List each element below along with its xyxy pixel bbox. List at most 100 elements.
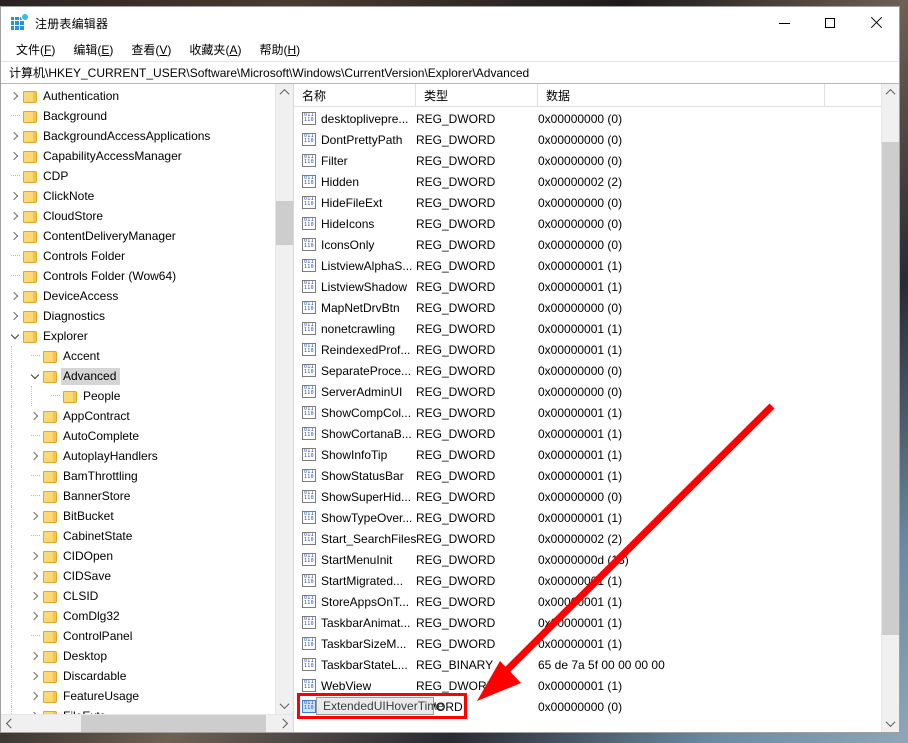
tree-item-contentdeliverymanager[interactable]: ContentDeliveryManager (1, 226, 273, 246)
tree-scroll-thumb[interactable] (276, 201, 293, 245)
chevron-right-icon[interactable] (27, 546, 43, 566)
tree-item-cidsave[interactable]: CIDSave (1, 566, 273, 586)
tree-item-controls-folder[interactable]: Controls Folder (1, 246, 273, 266)
tree-scroll-left-button[interactable] (1, 715, 18, 732)
table-row[interactable]: StartMigrated...REG_DWORD0x00000001 (1) (294, 570, 881, 591)
chevron-right-icon[interactable] (27, 646, 43, 666)
tree-hscroll-thumb[interactable] (81, 715, 266, 732)
tree-item-bannerstore[interactable]: BannerStore (1, 486, 273, 506)
tree-horizontal-scrollbar[interactable] (1, 714, 293, 732)
table-row[interactable]: nonetcrawlingREG_DWORD0x00000001 (1) (294, 318, 881, 339)
table-row[interactable]: StoreAppsOnT...REG_DWORD0x00000001 (1) (294, 591, 881, 612)
menu-help[interactable]: 帮助(H) (250, 39, 309, 61)
minimize-button[interactable] (761, 7, 807, 39)
tree-item-controls-folder-wow64[interactable]: Controls Folder (Wow64) (1, 266, 273, 286)
table-row[interactable]: ServerAdminUIREG_DWORD0x00000000 (0) (294, 381, 881, 402)
chevron-right-icon[interactable] (7, 206, 23, 226)
tree-item-explorer[interactable]: Explorer (1, 326, 273, 346)
table-row[interactable]: SeparateProce...REG_DWORD0x00000000 (0) (294, 360, 881, 381)
menu-edit[interactable]: 编辑(E) (64, 39, 122, 61)
tree-item-people[interactable]: People (1, 386, 273, 406)
table-row[interactable]: ShowCortanaB...REG_DWORD0x00000001 (1) (294, 423, 881, 444)
tree-item-advanced[interactable]: Advanced (1, 366, 273, 386)
tree-item-appcontract[interactable]: AppContract (1, 406, 273, 426)
maximize-button[interactable] (807, 7, 853, 39)
table-row[interactable]: DontPrettyPathREG_DWORD0x00000000 (0) (294, 129, 881, 150)
chevron-right-icon[interactable] (7, 226, 23, 246)
table-row[interactable]: TaskbarSizeM...REG_DWORD0x00000001 (1) (294, 633, 881, 654)
tree-vertical-scrollbar[interactable] (275, 84, 293, 714)
tree-item-cdp[interactable]: CDP (1, 166, 273, 186)
table-row[interactable]: ShowSuperHid...REG_DWORD0x00000000 (0) (294, 486, 881, 507)
table-row[interactable]: FilterREG_DWORD0x00000000 (0) (294, 150, 881, 171)
tree-scroll-track[interactable] (276, 101, 293, 697)
table-row[interactable]: ShowStatusBarREG_DWORD0x00000001 (1) (294, 465, 881, 486)
table-row[interactable]: IconsOnlyREG_DWORD0x00000000 (0) (294, 234, 881, 255)
values-scroll-thumb[interactable] (882, 142, 899, 635)
table-row[interactable]: HideIconsREG_DWORD0x00000000 (0) (294, 213, 881, 234)
chevron-right-icon[interactable] (7, 186, 23, 206)
chevron-right-icon[interactable] (27, 446, 43, 466)
chevron-down-icon[interactable] (27, 366, 43, 386)
values-scroll-down-button[interactable] (882, 715, 899, 732)
menu-view[interactable]: 查看(V) (122, 39, 180, 61)
table-row[interactable]: ReindexedProf...REG_DWORD0x00000001 (1) (294, 339, 881, 360)
tree-item-cabinetstate[interactable]: CabinetState (1, 526, 273, 546)
tree-item-cloudstore[interactable]: CloudStore (1, 206, 273, 226)
table-row[interactable]: HideFileExtREG_DWORD0x00000000 (0) (294, 192, 881, 213)
chevron-right-icon[interactable] (7, 306, 23, 326)
column-header-type[interactable]: 类型 (416, 84, 538, 106)
table-row[interactable]: TaskbarAnimat...REG_DWORD0x00000001 (1) (294, 612, 881, 633)
tree-item-clsid[interactable]: CLSID (1, 586, 273, 606)
chevron-right-icon[interactable] (27, 506, 43, 526)
values-scroll-track[interactable] (882, 101, 899, 715)
table-row[interactable]: ShowTypeOver...REG_DWORD0x00000001 (1) (294, 507, 881, 528)
tree-item-cidopen[interactable]: CIDOpen (1, 546, 273, 566)
tree-item-background[interactable]: Background (1, 106, 273, 126)
tree-item-discardable[interactable]: Discardable (1, 666, 273, 686)
tree-item-controlpanel[interactable]: ControlPanel (1, 626, 273, 646)
table-row[interactable]: ListviewShadowREG_DWORD0x00000001 (1) (294, 276, 881, 297)
table-row[interactable]: TaskbarStateL...REG_BINARY65 de 7a 5f 00… (294, 654, 881, 675)
tree-scroll-right-button[interactable] (276, 715, 293, 732)
table-row[interactable]: Start_SearchFilesREG_DWORD0x00000002 (2) (294, 528, 881, 549)
tree-item-deviceaccess[interactable]: DeviceAccess (1, 286, 273, 306)
table-row[interactable]: desktoplivepre...REG_DWORD0x00000000 (0) (294, 108, 881, 129)
table-row[interactable]: StartMenuInitREG_DWORD0x0000000d (13) (294, 549, 881, 570)
column-header-name[interactable]: 名称 (294, 84, 416, 106)
table-row[interactable]: HiddenREG_DWORD0x00000002 (2) (294, 171, 881, 192)
chevron-right-icon[interactable] (27, 566, 43, 586)
tree-item-bamthrottling[interactable]: BamThrottling (1, 466, 273, 486)
tree-item-capabilityaccessmanager[interactable]: CapabilityAccessManager (1, 146, 273, 166)
tree-item-diagnostics[interactable]: Diagnostics (1, 306, 273, 326)
tree-item-clicknote[interactable]: ClickNote (1, 186, 273, 206)
tree-item-backgroundaccessapplications[interactable]: BackgroundAccessApplications (1, 126, 273, 146)
table-row[interactable]: ShowInfoTipREG_DWORD0x00000001 (1) (294, 444, 881, 465)
tree-item-autoplayhandlers[interactable]: AutoplayHandlers (1, 446, 273, 466)
tree-item-authentication[interactable]: Authentication (1, 86, 273, 106)
table-row[interactable]: ListviewAlphaS...REG_DWORD0x00000001 (1) (294, 255, 881, 276)
values-scroll-up-button[interactable] (882, 84, 899, 101)
chevron-right-icon[interactable] (27, 706, 43, 714)
tree-item-autocomplete[interactable]: AutoComplete (1, 426, 273, 446)
chevron-right-icon[interactable] (7, 146, 23, 166)
chevron-right-icon[interactable] (7, 286, 23, 306)
values-vertical-scrollbar[interactable] (881, 84, 899, 732)
tree-item-bitbucket[interactable]: BitBucket (1, 506, 273, 526)
tree-hscroll-track[interactable] (18, 715, 276, 732)
chevron-right-icon[interactable] (7, 86, 23, 106)
chevron-right-icon[interactable] (27, 406, 43, 426)
chevron-right-icon[interactable] (27, 586, 43, 606)
tree-scroll-down-button[interactable] (276, 697, 293, 714)
close-button[interactable] (853, 7, 899, 39)
table-row[interactable]: WebViewREG_DWORD0x00000001 (1) (294, 675, 881, 696)
tree-item-comdlg32[interactable]: ComDlg32 (1, 606, 273, 626)
value-rename-input[interactable]: ExtendedUIHoverTime (316, 697, 434, 715)
tree-scroll-up-button[interactable] (276, 84, 293, 101)
table-row[interactable]: MapNetDrvBtnREG_DWORD0x00000000 (0) (294, 297, 881, 318)
chevron-right-icon[interactable] (27, 666, 43, 686)
chevron-right-icon[interactable] (27, 686, 43, 706)
menu-favorites[interactable]: 收藏夹(A) (180, 39, 250, 61)
menu-file[interactable]: 文件(F) (7, 39, 64, 61)
chevron-down-icon[interactable] (7, 326, 23, 346)
